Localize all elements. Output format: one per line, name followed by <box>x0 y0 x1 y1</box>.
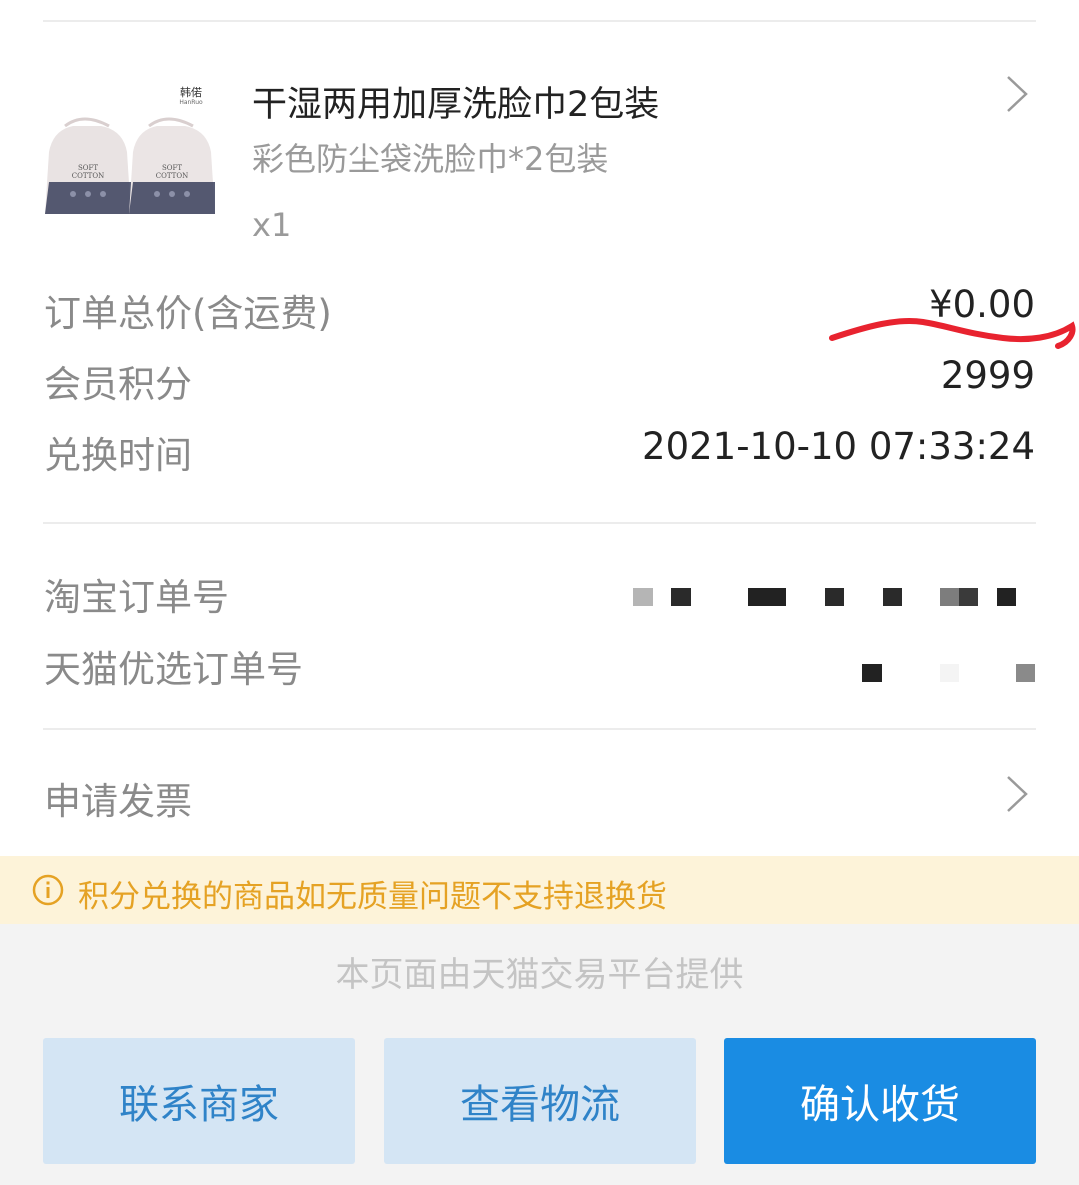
view-logistics-button[interactable]: 查看物流 <box>384 1038 696 1164</box>
svg-text:SOFT: SOFT <box>162 164 182 172</box>
top-divider <box>43 20 1036 22</box>
tmall-order-label: 天猫优选订单号 <box>44 648 303 691</box>
chevron-right-icon[interactable] <box>1004 774 1030 814</box>
confirm-receipt-button[interactable]: 确认收货 <box>724 1038 1036 1164</box>
product-quantity: x1 <box>252 206 292 244</box>
chevron-right-icon[interactable] <box>1004 74 1030 114</box>
svg-text:韩偌: 韩偌 <box>180 85 202 99</box>
order-total-label: 订单总价(含运费) <box>44 292 332 335</box>
svg-text:HanRuo: HanRuo <box>179 99 203 106</box>
contact-seller-button[interactable]: 联系商家 <box>43 1038 355 1164</box>
member-points-value: 2999 <box>940 354 1035 397</box>
product-image[interactable]: 韩偌 HanRuo SOFT COTTON SOFT COTTON <box>43 82 218 222</box>
exchange-time-label: 兑换时间 <box>44 434 192 477</box>
exchange-time-value: 2021-10-10 07:33:24 <box>642 425 1035 468</box>
member-points-label: 会员积分 <box>44 363 192 406</box>
info-icon <box>32 874 64 906</box>
svg-text:COTTON: COTTON <box>72 172 104 180</box>
apply-invoice-label: 申请发票 <box>44 780 192 823</box>
product-name: 干湿两用加厚洗脸巾2包装 <box>252 85 660 125</box>
product-spec: 彩色防尘袋洗脸巾*2包装 <box>252 140 609 178</box>
notice-text: 积分兑换的商品如无质量问题不支持退换货 <box>78 879 667 915</box>
taobao-order-label: 淘宝订单号 <box>44 576 229 619</box>
bag-text-left: SOFT <box>78 164 98 172</box>
divider <box>43 728 1036 730</box>
platform-footer-text: 本页面由天猫交易平台提供 <box>335 955 744 995</box>
divider <box>43 522 1036 524</box>
svg-text:COTTON: COTTON <box>156 172 188 180</box>
